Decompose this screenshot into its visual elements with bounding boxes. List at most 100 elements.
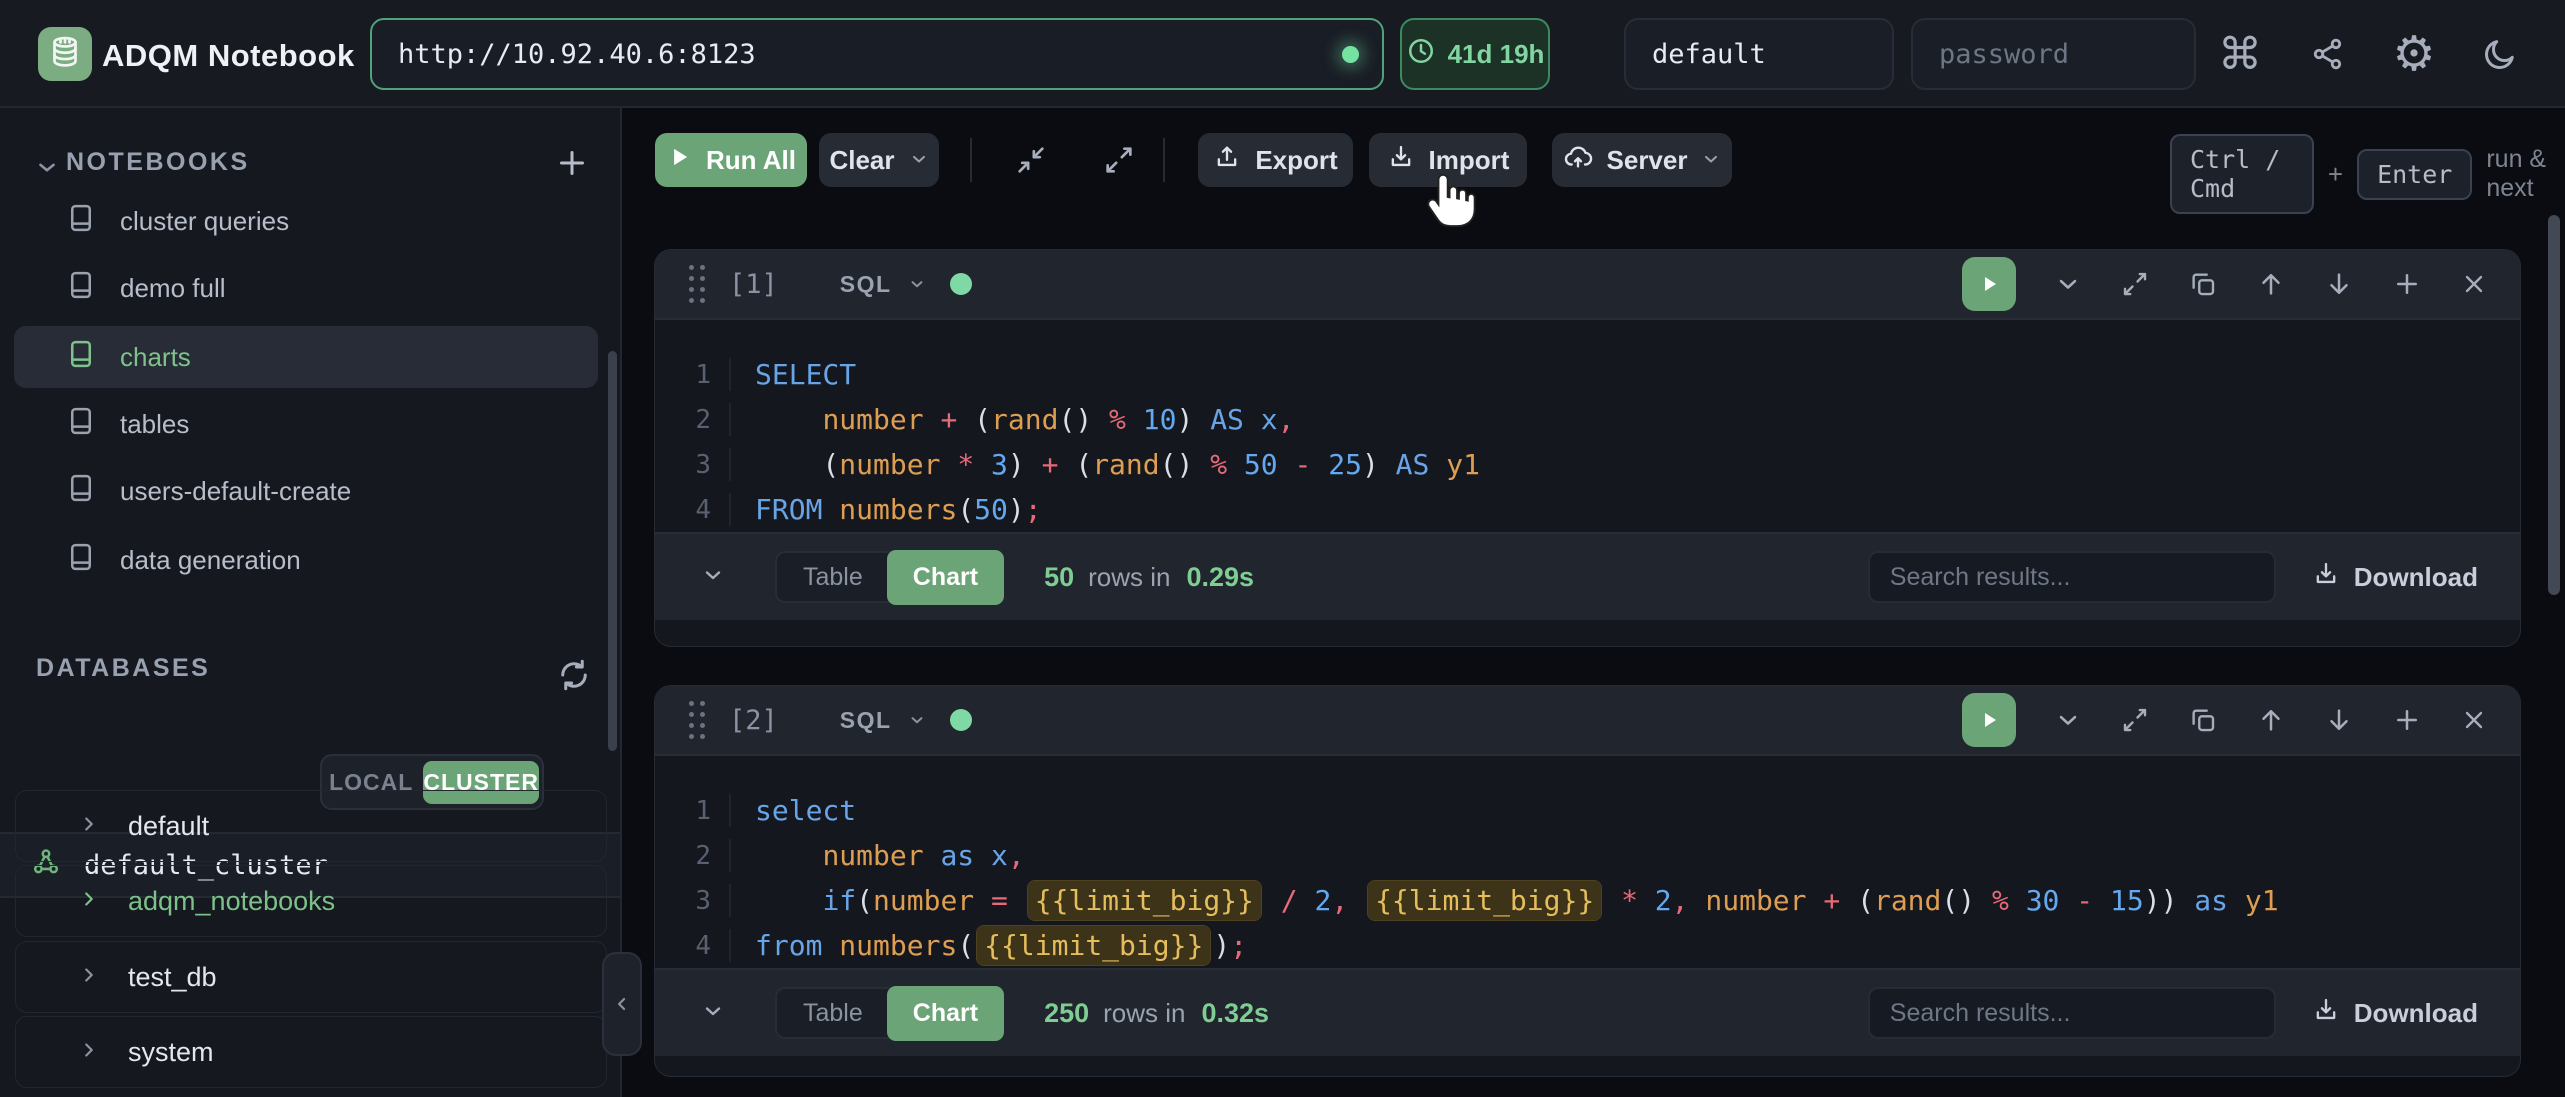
- toolbar-divider: [970, 138, 972, 182]
- server-button[interactable]: Server: [1552, 133, 1732, 187]
- server-url-input[interactable]: [370, 18, 1384, 90]
- cell-expand-icon[interactable]: [2120, 269, 2150, 299]
- collapse-all-cells-icon[interactable]: [1001, 133, 1061, 187]
- collapse-results-chevron-icon[interactable]: [701, 563, 725, 592]
- move-cell-down-icon[interactable]: [2324, 705, 2354, 735]
- run-all-button[interactable]: Run All: [655, 133, 807, 187]
- code-line[interactable]: 3 (number * 3) + (rand() % 50 - 25) AS y…: [655, 442, 2520, 487]
- chevron-down-icon: [1701, 145, 1721, 176]
- cell-results-bar: Table Chart 250 rows in 0.32s Download: [655, 968, 2520, 1056]
- sidebar-item-data-generation[interactable]: data generation: [14, 529, 598, 591]
- run-cell-button[interactable]: [1962, 257, 2016, 311]
- chart-view-tab[interactable]: Chart: [887, 550, 1004, 605]
- cell-language-dropdown[interactable]: SQL: [840, 271, 926, 298]
- download-icon: [2312, 560, 2340, 595]
- move-cell-up-icon[interactable]: [2256, 269, 2286, 299]
- table-chart-toggle[interactable]: Table Chart: [775, 551, 1004, 603]
- code-line[interactable]: 1select: [655, 788, 2520, 833]
- shortcut-description: run & next: [2486, 145, 2565, 203]
- sidebar-item-users-default-create[interactable]: users-default-create: [14, 460, 598, 522]
- table-chart-toggle[interactable]: Table Chart: [775, 987, 1004, 1039]
- adqm-notebook-app: ADQM Notebook 41d 19h ⌘ ⚙: [0, 0, 2565, 1097]
- cell-collapse-chevron-icon[interactable]: [2054, 706, 2082, 734]
- move-cell-up-icon[interactable]: [2256, 705, 2286, 735]
- download-button[interactable]: Download: [2306, 995, 2484, 1032]
- drag-handle-icon[interactable]: [689, 701, 705, 739]
- search-results-input[interactable]: [1868, 987, 2276, 1039]
- sql-code-editor[interactable]: 1select2 number as x,3 if(number = {{lim…: [655, 756, 2520, 968]
- sql-code-editor[interactable]: 1SELECT2 number + (rand() % 10) AS x,3 (…: [655, 320, 2520, 532]
- kbd-ctrl-cmd: Ctrl / Cmd: [2170, 134, 2314, 214]
- uptime-badge: 41d 19h: [1400, 18, 1550, 90]
- expand-all-cells-icon[interactable]: [1089, 133, 1149, 187]
- cell-expand-icon[interactable]: [2120, 705, 2150, 735]
- chart-view-tab[interactable]: Chart: [887, 986, 1004, 1041]
- cell-language-dropdown[interactable]: SQL: [840, 707, 926, 734]
- command-shortcuts-icon[interactable]: ⌘: [2216, 30, 2264, 78]
- sidebar-item-demo-full[interactable]: demo full: [14, 257, 598, 319]
- code-line[interactable]: 2 number + (rand() % 10) AS x,: [655, 397, 2520, 442]
- share-icon[interactable]: [2304, 30, 2352, 78]
- cell-status-dot: [950, 273, 972, 295]
- main-scrollbar[interactable]: [2548, 215, 2560, 595]
- dark-mode-moon-icon[interactable]: [2476, 30, 2524, 78]
- clear-button[interactable]: Clear: [819, 133, 939, 187]
- cell-collapse-chevron-icon[interactable]: [2054, 270, 2082, 298]
- run-cell-button[interactable]: [1962, 693, 2016, 747]
- database-item-adqm-notebooks[interactable]: adqm_notebooks: [15, 865, 607, 937]
- duplicate-cell-icon[interactable]: [2188, 269, 2218, 299]
- table-view-tab[interactable]: Table: [777, 563, 889, 592]
- line-number: 2: [655, 405, 729, 435]
- play-icon: [1977, 272, 2001, 296]
- chevron-right-icon: [78, 811, 100, 842]
- delete-cell-icon[interactable]: [2460, 270, 2488, 298]
- code-line[interactable]: 4from numbers({{limit_big}});: [655, 923, 2520, 968]
- add-notebook-button[interactable]: [548, 144, 596, 185]
- move-cell-down-icon[interactable]: [2324, 269, 2354, 299]
- sidebar-scrollbar[interactable]: [608, 351, 617, 751]
- delete-cell-icon[interactable]: [2460, 706, 2488, 734]
- database-item-system[interactable]: system: [15, 1016, 607, 1088]
- sidebar-collapse-handle[interactable]: [602, 952, 642, 1056]
- table-view-tab[interactable]: Table: [777, 999, 889, 1028]
- query-time: 0.32s: [1201, 998, 1269, 1029]
- chevron-down-icon: [909, 145, 929, 176]
- settings-gear-icon[interactable]: ⚙: [2390, 30, 2438, 78]
- line-number: 3: [655, 450, 729, 480]
- code-line[interactable]: 4FROM numbers(50);: [655, 487, 2520, 532]
- line-number: 1: [655, 796, 729, 826]
- sidebar-item-label: demo full: [120, 273, 226, 304]
- server-label: Server: [1607, 145, 1688, 176]
- download-button[interactable]: Download: [2306, 559, 2484, 596]
- search-results-input[interactable]: [1868, 551, 2276, 603]
- sidebar-item-label: cluster queries: [120, 206, 289, 237]
- sidebar-item-label: data generation: [120, 545, 301, 576]
- sidebar-item-cluster-queries[interactable]: cluster queries: [14, 190, 598, 252]
- export-button[interactable]: Export: [1198, 133, 1353, 187]
- add-cell-icon[interactable]: [2392, 705, 2422, 735]
- refresh-databases-icon[interactable]: [550, 656, 598, 697]
- database-name: adqm_notebooks: [128, 886, 335, 917]
- cell-index-label: [2]: [729, 705, 778, 736]
- cell-language-label: SQL: [840, 707, 892, 734]
- password-input[interactable]: [1911, 18, 2196, 90]
- notebooks-collapse-chevron-icon[interactable]: [34, 154, 60, 185]
- duplicate-cell-icon[interactable]: [2188, 705, 2218, 735]
- code-line[interactable]: 2 number as x,: [655, 833, 2520, 878]
- sidebar-item-charts[interactable]: charts: [14, 326, 598, 388]
- add-cell-icon[interactable]: [2392, 269, 2422, 299]
- collapse-results-chevron-icon[interactable]: [701, 999, 725, 1028]
- database-item-default[interactable]: default: [15, 790, 607, 862]
- notebook-icon: [66, 270, 96, 307]
- import-button[interactable]: Import: [1369, 133, 1527, 187]
- line-number: 3: [655, 886, 729, 916]
- clear-label: Clear: [829, 145, 894, 176]
- username-input[interactable]: [1624, 18, 1894, 90]
- drag-handle-icon[interactable]: [689, 265, 705, 303]
- clock-icon: [1406, 36, 1436, 73]
- sidebar-item-tables[interactable]: tables: [14, 393, 598, 455]
- code-line[interactable]: 3 if(number = {{limit_big}} / 2, {{limit…: [655, 878, 2520, 923]
- database-item-test-db[interactable]: test_db: [15, 941, 607, 1013]
- code-line[interactable]: 1SELECT: [655, 352, 2520, 397]
- play-icon: [666, 144, 692, 177]
